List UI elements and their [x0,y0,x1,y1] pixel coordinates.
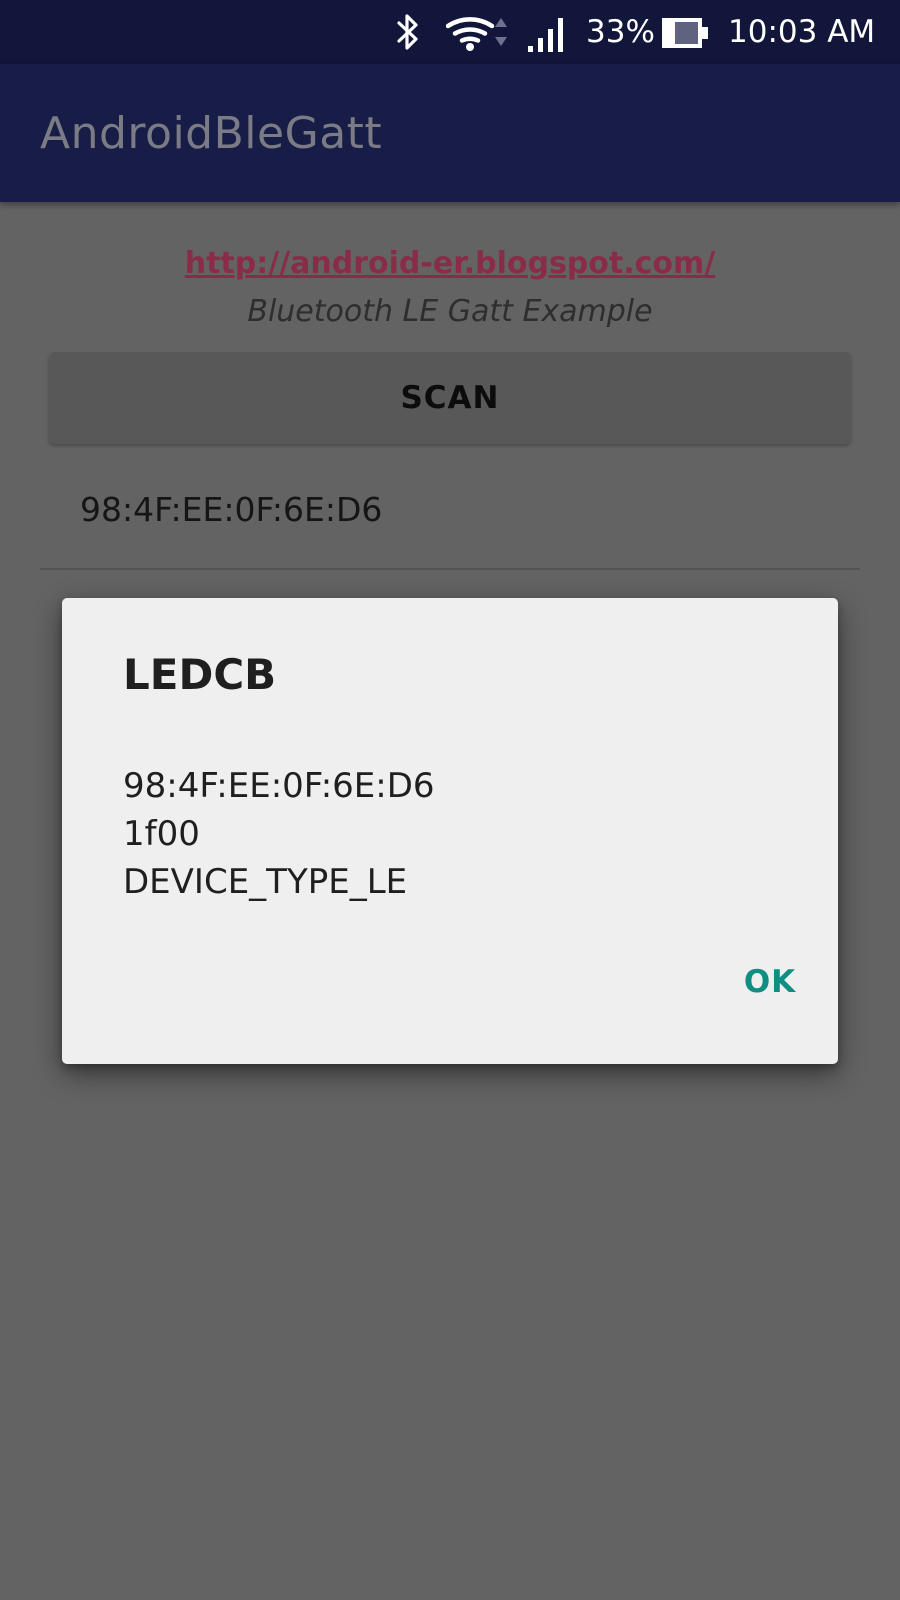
wifi-icon [446,17,507,51]
scan-button[interactable]: SCAN [49,352,851,444]
subtitle: Bluetooth LE Gatt Example [247,294,653,329]
app-bar: AndroidBleGatt [0,64,900,202]
dialog-line-type: DEVICE_TYPE_LE [123,862,408,902]
list-item[interactable]: 98:4F:EE:0F:6E:D6 [40,462,860,570]
status-bar: 33% 10:03 AM [0,0,900,64]
dialog-title: LEDCB [123,650,277,699]
ok-button[interactable]: OK [726,952,814,1012]
dialog-line-address: 98:4F:EE:0F:6E:D6 [123,766,435,806]
dialog-message: 98:4F:EE:0F:6E:D6 1f00 DEVICE_TYPE_LE [123,762,435,906]
clock: 10:03 AM [728,14,876,50]
dialog-line-class: 1f00 [123,814,200,854]
blog-link[interactable]: http://android-er.blogspot.com/ [0,244,900,284]
device-info-dialog: LEDCB 98:4F:EE:0F:6E:D6 1f00 DEVICE_TYPE… [62,598,838,1064]
bluetooth-icon [397,14,418,50]
app-title: AndroidBleGatt [40,108,383,159]
device-address: 98:4F:EE:0F:6E:D6 [80,490,383,529]
battery-icon [662,18,708,48]
signal-icon [528,18,563,52]
battery-percentage: 33% [586,14,655,50]
